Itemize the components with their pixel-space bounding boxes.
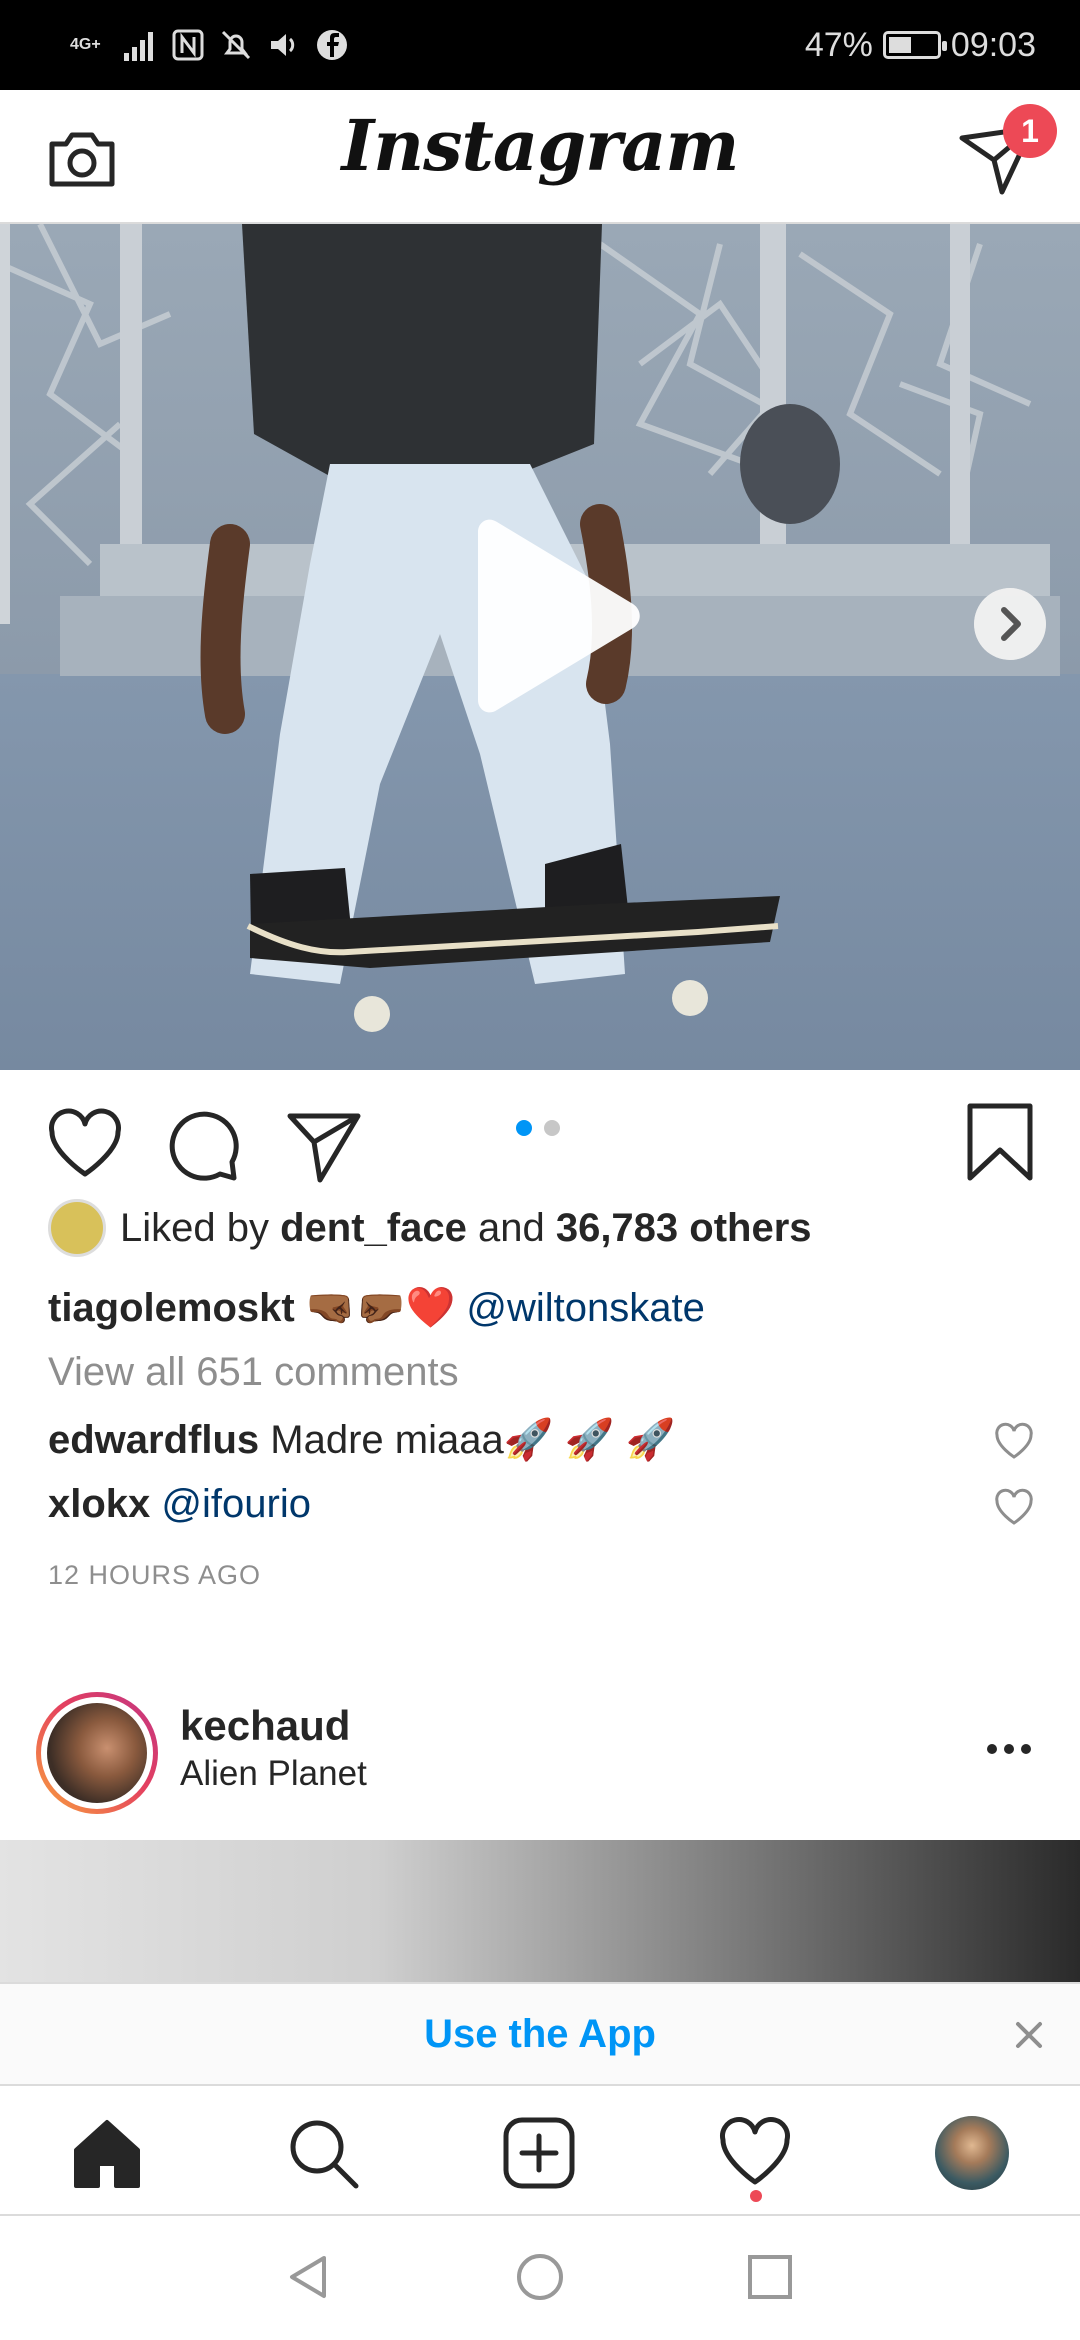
- back-icon[interactable]: [284, 2252, 334, 2302]
- home-nav-icon[interactable]: [515, 2252, 565, 2302]
- likes-count[interactable]: 36,783 others: [556, 1206, 812, 1251]
- liked-by-and: and: [466, 1205, 556, 1250]
- status-bar: 4G+ 47% 09:03: [0, 0, 1080, 90]
- comment-username[interactable]: edwardflus: [48, 1418, 259, 1462]
- carousel-indicator: [516, 1120, 560, 1136]
- post-timestamp: 12 HOURS AGO: [48, 1560, 262, 1590]
- carousel-dot: [516, 1120, 532, 1136]
- facebook-icon: [317, 30, 347, 60]
- next-post-media[interactable]: [0, 1840, 1080, 1990]
- comment-icon[interactable]: [166, 1106, 244, 1184]
- next-post-header: kechaud Alien Planet: [0, 1680, 1080, 1840]
- clock: 09:03: [950, 25, 1036, 64]
- comment-text: [150, 1482, 161, 1526]
- status-icons-right: 47% 09:03: [805, 22, 1036, 68]
- story-ring[interactable]: [36, 1692, 158, 1814]
- dm-badge: 1: [1003, 104, 1057, 158]
- share-icon[interactable]: [286, 1106, 364, 1184]
- post-location[interactable]: Alien Planet: [180, 1754, 367, 1794]
- comment-like-icon[interactable]: [994, 1488, 1034, 1528]
- status-icons-left: 4G+: [70, 24, 350, 66]
- instagram-logo[interactable]: Instagram: [0, 104, 1080, 187]
- heart-icon[interactable]: [46, 1106, 124, 1184]
- activity-notification-dot: [750, 2190, 762, 2202]
- caption-mention[interactable]: @wiltonskate: [466, 1286, 704, 1330]
- avatar: [47, 1703, 147, 1803]
- nfc-icon: [172, 29, 204, 61]
- recents-icon[interactable]: [745, 2252, 795, 2302]
- carousel-dot: [544, 1120, 560, 1136]
- play-icon[interactable]: [458, 516, 648, 716]
- battery-icon: [882, 31, 947, 59]
- more-icon[interactable]: [986, 1742, 1032, 1756]
- comment-row: edwardflus Madre miaaa🚀 🚀 🚀: [48, 1416, 675, 1463]
- search-icon[interactable]: [286, 2116, 360, 2190]
- post-username[interactable]: kechaud: [180, 1702, 350, 1750]
- caption-emoji: 🤜🏾🤛🏾❤️: [294, 1286, 467, 1330]
- likes-line[interactable]: Liked by dent_face and 36,783 others: [48, 1198, 812, 1258]
- use-app-banner: Use the App: [0, 1982, 1080, 2086]
- app-header: Instagram: [0, 90, 1080, 224]
- post-actions: [0, 1070, 1080, 1210]
- comment-text: Madre miaaa🚀 🚀 🚀: [259, 1418, 676, 1462]
- post-video[interactable]: [0, 224, 1080, 1070]
- liker-avatar: [48, 1199, 106, 1257]
- profile-avatar[interactable]: [935, 2116, 1009, 2190]
- bookmark-icon[interactable]: [962, 1100, 1038, 1184]
- volume-icon: [271, 34, 295, 56]
- comment-username[interactable]: xlokx: [48, 1482, 150, 1526]
- activity-heart-icon[interactable]: [718, 2116, 792, 2190]
- home-icon[interactable]: [70, 2116, 144, 2190]
- comment-mention[interactable]: @ifourio: [161, 1482, 311, 1526]
- caption: tiagolemoskt 🤜🏾🤛🏾❤️ @wiltonskate: [48, 1284, 705, 1331]
- network-type: 4G+: [70, 36, 101, 53]
- use-app-button[interactable]: Use the App: [0, 2012, 1080, 2057]
- liked-by-user[interactable]: dent_face: [280, 1206, 467, 1251]
- signal-icon: [124, 32, 153, 61]
- comment-like-icon[interactable]: [994, 1422, 1034, 1462]
- plus-square-icon[interactable]: [502, 2116, 576, 2190]
- battery-level: [888, 37, 911, 53]
- view-all-comments[interactable]: View all 651 comments: [48, 1350, 459, 1395]
- close-icon[interactable]: [1012, 2018, 1046, 2052]
- system-nav-bar: [0, 2218, 1080, 2340]
- chevron-right-icon[interactable]: [974, 588, 1046, 660]
- liked-by-prefix: Liked by: [120, 1205, 281, 1250]
- comment-row: xlokx @ifourio: [48, 1482, 311, 1527]
- bottom-tab-bar: [0, 2086, 1080, 2216]
- mute-bell-icon: [221, 30, 251, 60]
- battery-percent: 47%: [804, 25, 873, 64]
- caption-username[interactable]: tiagolemoskt: [48, 1286, 295, 1330]
